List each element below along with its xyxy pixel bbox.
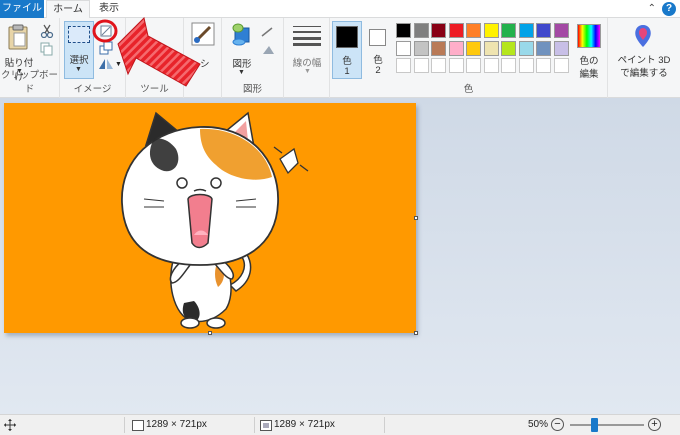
zoom-slider-thumb[interactable]	[591, 418, 599, 432]
image-size-icon	[260, 420, 272, 431]
shapes-label: 図形	[232, 59, 252, 70]
custom-color-swatch[interactable]	[431, 58, 446, 73]
size-button[interactable]: 線の幅 ▼	[289, 24, 325, 82]
cut-icon[interactable]	[40, 24, 54, 38]
selection-size-icon	[132, 420, 144, 431]
shapes-group-label: 図形	[242, 84, 262, 95]
custom-color-swatch[interactable]	[483, 58, 499, 73]
zoom-out-icon[interactable]: −	[551, 418, 564, 431]
zoom-in-icon[interactable]: +	[648, 418, 661, 431]
status-separator	[124, 417, 125, 433]
clipboard-icon	[8, 24, 28, 50]
copy-icon[interactable]	[40, 42, 54, 56]
edit-colors-button[interactable]: 色の 編集	[571, 22, 607, 80]
colors-group-label: 色	[463, 84, 474, 95]
resize-handle-bottom[interactable]	[208, 331, 212, 335]
color-swatch[interactable]	[431, 23, 446, 38]
color-swatch[interactable]	[413, 40, 429, 56]
edit-colors-label-bottom: 編集	[579, 69, 599, 80]
zoom-level: 50%	[528, 419, 549, 430]
size-dropdown-icon: ▼	[304, 68, 311, 75]
edit-colors-label-top: 色の	[579, 56, 599, 67]
custom-color-swatch[interactable]	[448, 58, 464, 73]
custom-color-swatch[interactable]	[396, 58, 411, 73]
shapes-dropdown-icon: ▼	[238, 69, 245, 76]
color-swatch[interactable]	[518, 23, 534, 38]
custom-color-swatch[interactable]	[501, 58, 516, 73]
color-swatch[interactable]	[396, 23, 411, 38]
color1-button[interactable]: 色 1	[332, 21, 362, 79]
fill-icon[interactable]	[260, 44, 278, 56]
outline-icon[interactable]	[260, 26, 278, 38]
help-icon[interactable]: ?	[662, 2, 676, 16]
size-label: 線の幅	[292, 58, 322, 69]
status-separator	[254, 417, 255, 433]
color-palette	[396, 22, 572, 78]
shapes-icon	[232, 23, 250, 46]
color-swatch[interactable]	[448, 40, 464, 56]
color1-label: 色	[342, 56, 352, 67]
color-swatch[interactable]	[553, 40, 569, 56]
resize-handle-corner[interactable]	[414, 331, 418, 335]
paint3d-label-bottom: で編集する	[620, 68, 668, 79]
status-bar: 1289 × 721px 1289 × 721px 50% − +	[0, 414, 680, 435]
color-swatch[interactable]	[396, 40, 411, 56]
shapes-button[interactable]: 図形 ▼	[226, 22, 258, 80]
color1-number: 1	[344, 66, 350, 77]
ribbon: 貼り付け ▼ クリップボード 選択 ▼ ▼ イメージ ツール シ 図形 ▼ 図形…	[0, 17, 680, 98]
custom-color-swatch[interactable]	[553, 58, 569, 73]
select-button[interactable]: 選択 ▼	[64, 21, 94, 79]
color-swatch[interactable]	[536, 23, 551, 38]
paint3d-group: ペイント 3D で編集する	[608, 18, 680, 98]
status-separator	[384, 417, 385, 433]
color-swatch[interactable]	[448, 23, 464, 38]
custom-color-swatch[interactable]	[413, 58, 429, 73]
color-spectrum-icon	[577, 24, 601, 48]
color2-button[interactable]: 色 2	[364, 21, 392, 79]
image-size: 1289 × 721px	[274, 419, 335, 430]
color-swatch[interactable]	[483, 40, 499, 56]
color-swatch[interactable]	[483, 23, 499, 38]
colors-group: 色 1 色 2 色の 編集 色	[330, 18, 608, 98]
select-dropdown-icon: ▼	[75, 66, 82, 73]
color-swatch[interactable]	[466, 23, 481, 38]
shapes-group: 図形 ▼ 図形	[222, 18, 284, 98]
paint3d-label-top: ペイント 3D	[617, 55, 671, 66]
color-swatch[interactable]	[466, 40, 481, 56]
tab-home[interactable]: ホーム	[46, 0, 90, 19]
clipboard-group-label: クリップボード	[0, 70, 58, 95]
color2-number: 2	[375, 65, 381, 76]
select-label: 選択	[69, 55, 89, 66]
custom-color-swatch[interactable]	[518, 58, 534, 73]
color-swatch[interactable]	[431, 40, 446, 56]
select-rectangle-icon	[68, 26, 90, 43]
paint3d-icon	[635, 25, 651, 47]
selection-size: 1289 × 721px	[146, 419, 207, 430]
color-swatch[interactable]	[413, 23, 429, 38]
zoom-slider[interactable]	[570, 424, 644, 426]
annotation-circle	[92, 19, 118, 43]
cursor-position-icon	[4, 419, 16, 431]
color-swatch[interactable]	[536, 40, 551, 56]
canvas-workspace[interactable]	[0, 98, 680, 414]
clipboard-group: 貼り付け ▼ クリップボード	[0, 18, 60, 98]
custom-color-swatch[interactable]	[466, 58, 481, 73]
calico-cat-illustration	[121, 111, 309, 329]
color-swatch[interactable]	[518, 40, 534, 56]
color2-swatch	[369, 29, 386, 46]
color-swatch[interactable]	[553, 23, 569, 38]
line-width-icon	[293, 26, 321, 46]
resize-handle-right[interactable]	[414, 216, 418, 220]
edit-with-paint3d-button[interactable]: ペイント 3D で編集する	[610, 22, 678, 80]
size-group: 線の幅 ▼	[284, 18, 330, 98]
color1-swatch	[336, 26, 358, 48]
color2-label: 色	[373, 55, 383, 66]
color-swatch[interactable]	[501, 40, 516, 56]
color-swatch[interactable]	[501, 23, 516, 38]
tab-file[interactable]: ファイル	[0, 0, 44, 18]
image-canvas[interactable]	[4, 103, 416, 333]
collapse-ribbon-icon[interactable]: ⌃	[648, 3, 656, 14]
custom-color-swatch[interactable]	[536, 58, 551, 73]
